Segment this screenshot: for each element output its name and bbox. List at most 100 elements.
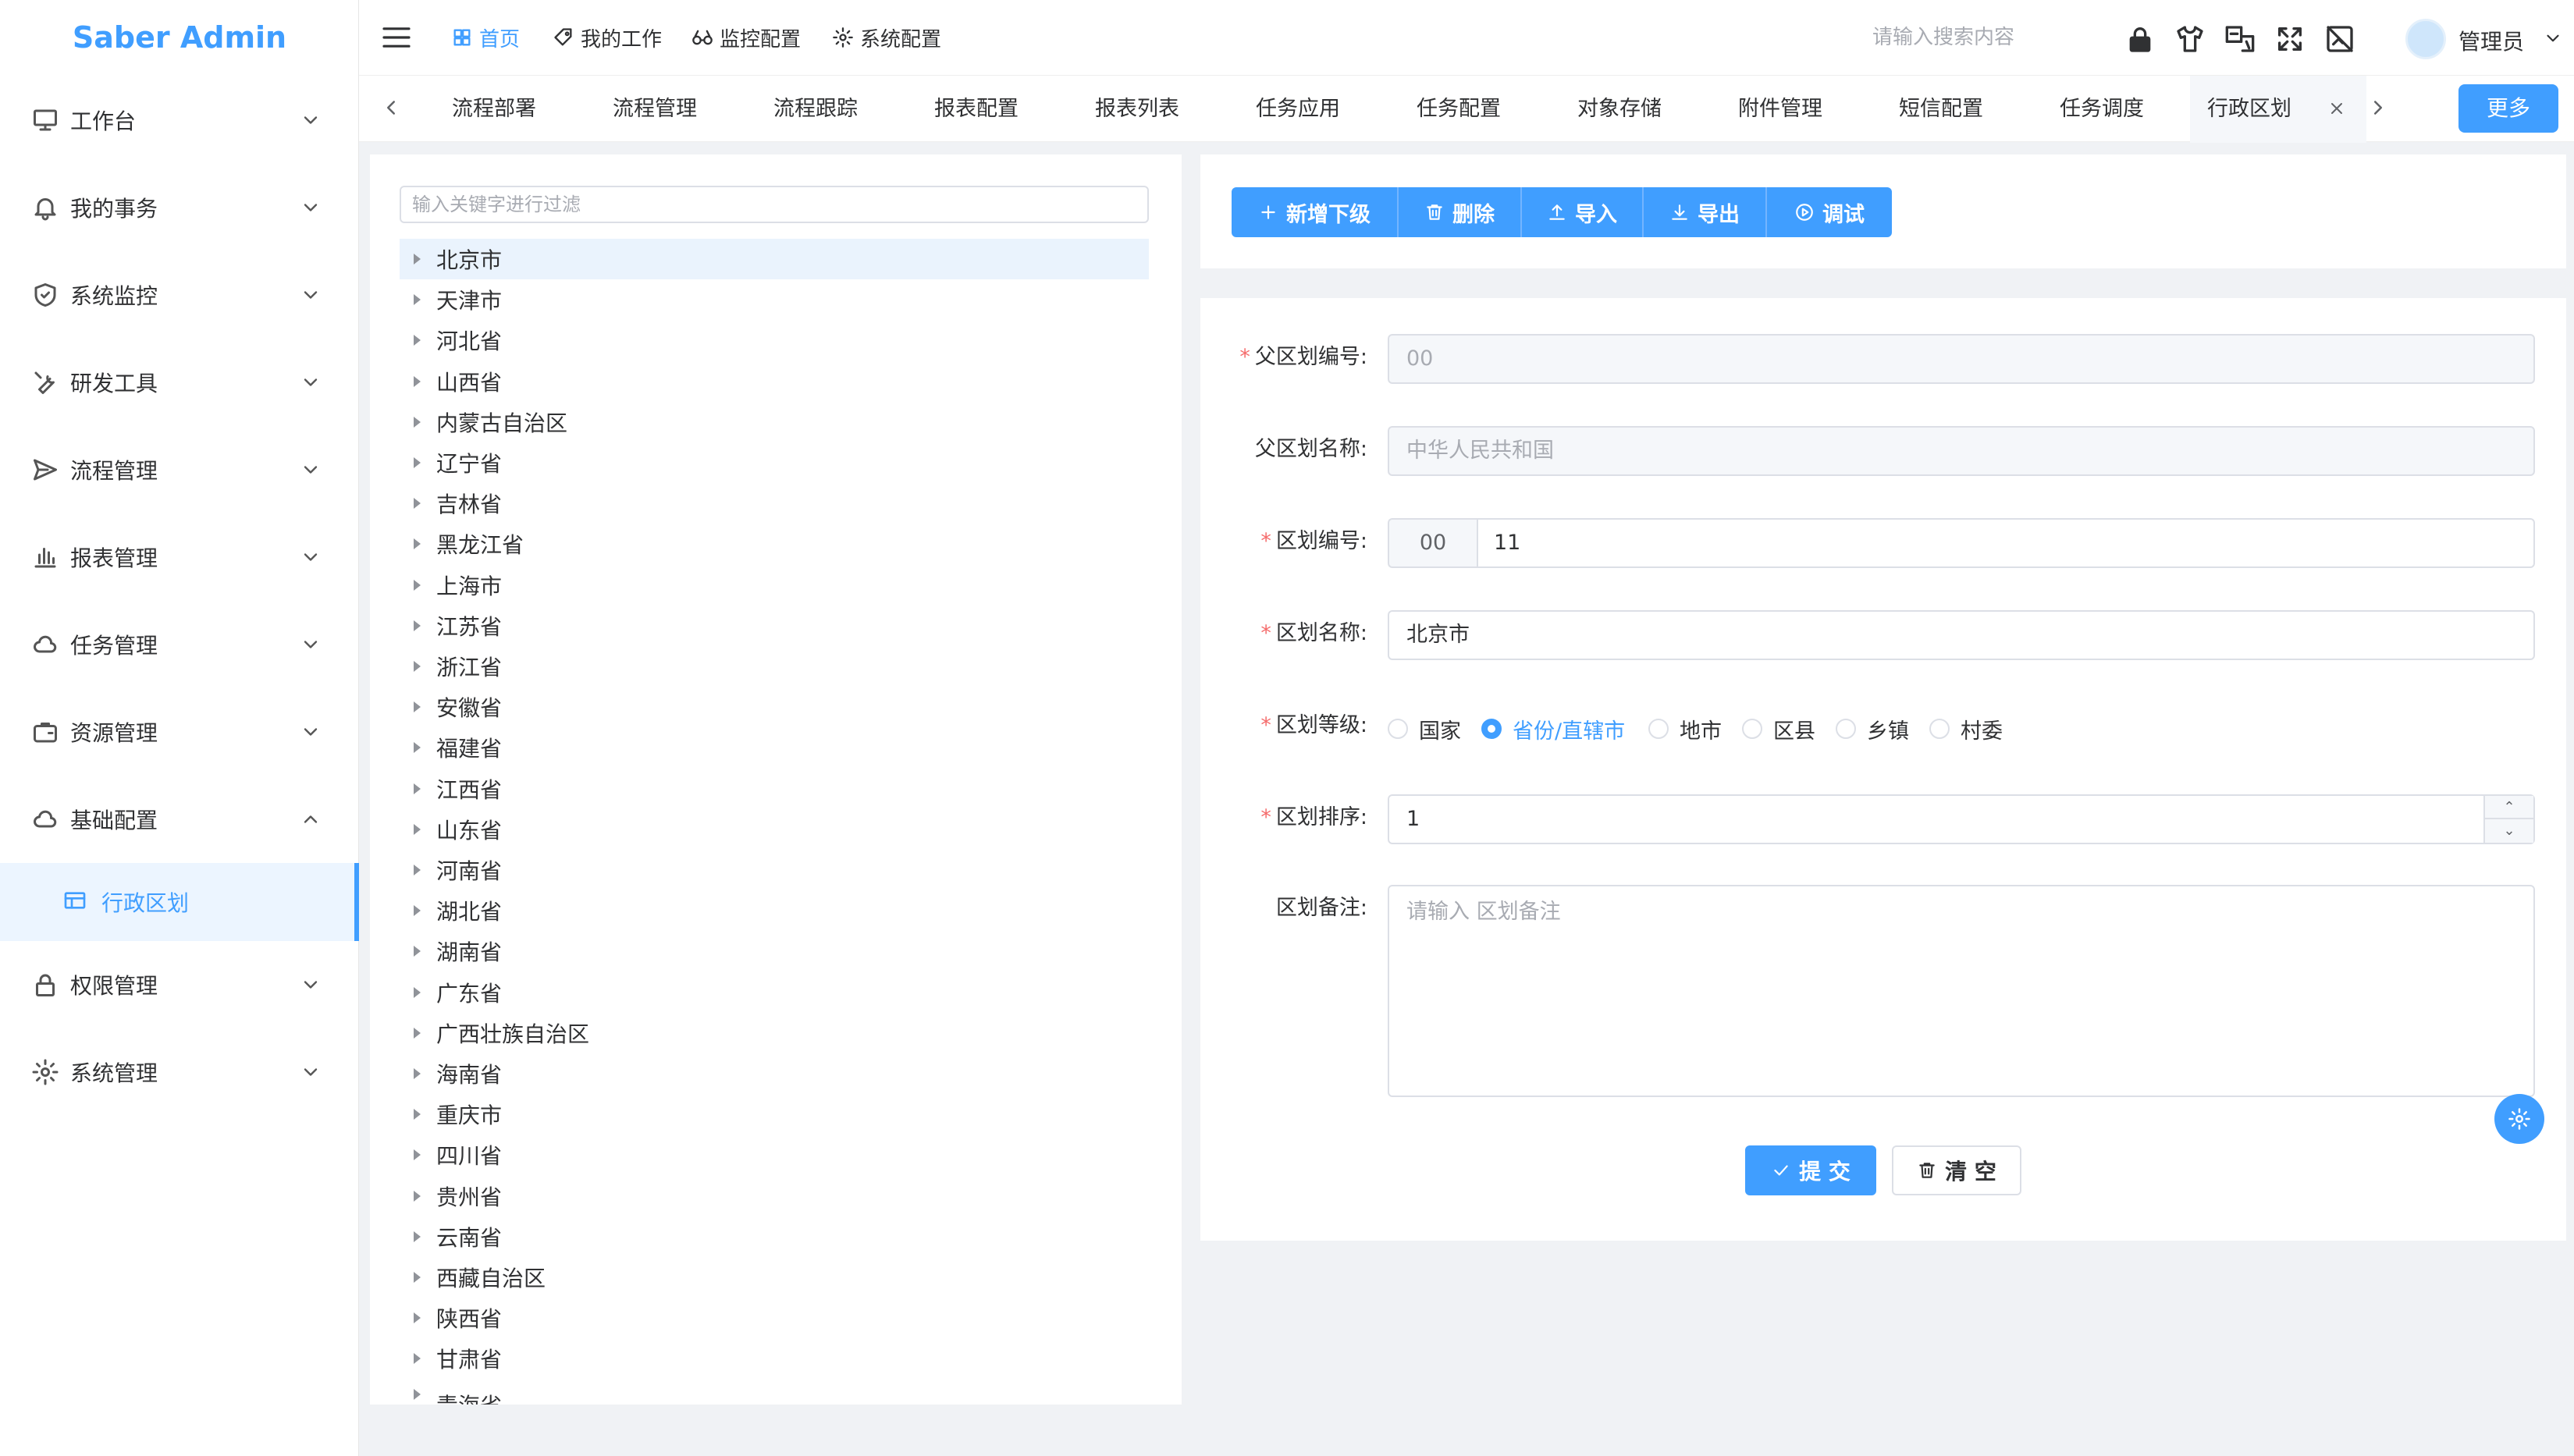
tab-sms-config[interactable]: 短信配置 xyxy=(1861,76,2021,143)
caret-right-icon[interactable] xyxy=(414,335,421,346)
delete-button[interactable]: 删除 xyxy=(1399,187,1522,237)
tree-node[interactable]: 青海省 xyxy=(400,1380,1149,1405)
tree-node[interactable]: 贵州省 xyxy=(400,1176,1149,1216)
level-radio-province[interactable]: 省份/直辖市 xyxy=(1481,713,1625,744)
tree-node[interactable]: 吉林省 xyxy=(400,483,1149,524)
caret-right-icon[interactable] xyxy=(414,742,421,753)
caret-right-icon[interactable] xyxy=(414,457,421,468)
tree-node[interactable]: 湖南省 xyxy=(400,931,1149,971)
add-child-button[interactable]: 新增下级 xyxy=(1232,187,1399,237)
tree-node[interactable]: 北京市 xyxy=(400,239,1149,279)
tab-report-list[interactable]: 报表列表 xyxy=(1057,76,1218,143)
caret-right-icon[interactable] xyxy=(414,824,421,835)
chevron-right-icon[interactable] xyxy=(2366,96,2390,119)
tab-admin-division[interactable]: 行政区划 xyxy=(2190,76,2366,143)
caret-right-icon[interactable] xyxy=(414,1231,421,1242)
tree-node[interactable]: 浙江省 xyxy=(400,646,1149,687)
tree-node[interactable]: 海南省 xyxy=(400,1053,1149,1094)
caret-right-icon[interactable] xyxy=(414,1353,421,1364)
level-radio-country[interactable]: 国家 xyxy=(1388,713,1461,744)
tree-node[interactable]: 广西壮族自治区 xyxy=(400,1013,1149,1053)
sidebar-item-flow-management[interactable]: 流程管理 xyxy=(0,426,359,513)
tree-filter-input[interactable]: 输入关键字进行过滤 xyxy=(400,186,1149,223)
settings-fab[interactable] xyxy=(2494,1094,2544,1144)
increment-button[interactable]: ⌃ xyxy=(2485,796,2533,819)
header-search-input[interactable]: 请输入搜索内容 xyxy=(1803,20,2084,55)
sidebar-item-system-management[interactable]: 系统管理 xyxy=(0,1028,359,1116)
chevron-down-icon[interactable] xyxy=(2543,28,2563,48)
translate-icon[interactable] xyxy=(2224,23,2256,55)
tab-task-schedule[interactable]: 任务调度 xyxy=(2021,76,2182,143)
caret-right-icon[interactable] xyxy=(414,946,421,957)
level-radio-city[interactable]: 地市 xyxy=(1648,713,1722,744)
app-logo[interactable]: Saber Admin xyxy=(0,0,359,75)
tree-node[interactable]: 江苏省 xyxy=(400,605,1149,646)
caret-right-icon[interactable] xyxy=(414,1191,421,1202)
caret-right-icon[interactable] xyxy=(414,1109,421,1120)
caret-right-icon[interactable] xyxy=(414,905,421,916)
caret-right-icon[interactable] xyxy=(414,1272,421,1283)
caret-right-icon[interactable] xyxy=(414,376,421,387)
caret-right-icon[interactable] xyxy=(414,1149,421,1160)
import-button[interactable]: 导入 xyxy=(1522,187,1644,237)
tree-node[interactable]: 四川省 xyxy=(400,1135,1149,1175)
image-off-icon[interactable] xyxy=(2324,23,2355,55)
sort-input[interactable]: 1 xyxy=(1388,794,2535,844)
tree-node[interactable]: 内蒙古自治区 xyxy=(400,402,1149,442)
tree-node[interactable]: 安徽省 xyxy=(400,687,1149,727)
tab-task-config[interactable]: 任务配置 xyxy=(1378,76,1539,143)
avatar[interactable] xyxy=(2405,19,2446,59)
tab-flow-tracking[interactable]: 流程跟踪 xyxy=(735,76,896,143)
tree-node[interactable]: 山西省 xyxy=(400,361,1149,402)
caret-right-icon[interactable] xyxy=(414,987,421,998)
sidebar-item-task-management[interactable]: 任务管理 xyxy=(0,601,359,688)
chevron-left-icon[interactable] xyxy=(379,96,403,119)
tab-report-config[interactable]: 报表配置 xyxy=(896,76,1057,143)
tree-node[interactable]: 陕西省 xyxy=(400,1298,1149,1338)
sidebar-item-admin-division[interactable]: 行政区划 xyxy=(0,863,359,941)
caret-right-icon[interactable] xyxy=(414,1312,421,1323)
caret-right-icon[interactable] xyxy=(414,417,421,428)
code-field[interactable]: 11 xyxy=(1477,518,2535,568)
sidebar-item-basic-config[interactable]: 基础配置 xyxy=(0,776,359,863)
sidebar-item-dev-tools[interactable]: 研发工具 xyxy=(0,339,359,426)
lock-icon[interactable] xyxy=(2124,23,2156,55)
caret-right-icon[interactable] xyxy=(414,254,421,265)
caret-right-icon[interactable] xyxy=(414,1028,421,1039)
sidebar-item-permission-management[interactable]: 权限管理 xyxy=(0,941,359,1028)
tree-node[interactable]: 西藏自治区 xyxy=(400,1257,1149,1298)
caret-right-icon[interactable] xyxy=(414,620,421,631)
tab-flow-deploy[interactable]: 流程部署 xyxy=(414,76,574,143)
caret-right-icon[interactable] xyxy=(414,701,421,712)
tree-node[interactable]: 山东省 xyxy=(400,809,1149,850)
tree-node[interactable]: 重庆市 xyxy=(400,1094,1149,1135)
sidebar-item-report-management[interactable]: 报表管理 xyxy=(0,513,359,601)
tree-node[interactable]: 福建省 xyxy=(400,727,1149,768)
name-field[interactable]: 北京市 xyxy=(1388,610,2535,660)
sidebar-item-system-monitor[interactable]: 系统监控 xyxy=(0,251,359,339)
caret-right-icon[interactable] xyxy=(414,661,421,672)
tree-node[interactable]: 甘肃省 xyxy=(400,1338,1149,1379)
tree-node[interactable]: 河南省 xyxy=(400,850,1149,890)
caret-right-icon[interactable] xyxy=(414,1068,421,1079)
topnav-monitor-config[interactable]: 监控配置 xyxy=(691,22,801,53)
caret-right-icon[interactable] xyxy=(414,865,421,875)
topnav-my-work[interactable]: 我的工作 xyxy=(553,22,662,53)
caret-right-icon[interactable] xyxy=(414,783,421,794)
submit-button[interactable]: 提 交 xyxy=(1745,1145,1876,1195)
debug-button[interactable]: 调试 xyxy=(1767,187,1892,237)
tab-object-storage[interactable]: 对象存储 xyxy=(1539,76,1700,143)
more-tabs-button[interactable]: 更多 xyxy=(2458,84,2558,133)
topnav-system-config[interactable]: 系统配置 xyxy=(832,22,941,53)
remark-textarea[interactable]: 请输入 区划备注 xyxy=(1388,885,2535,1097)
sidebar-item-workbench[interactable]: 工作台 xyxy=(0,76,359,164)
decrement-button[interactable]: ⌄ xyxy=(2485,819,2533,843)
level-radio-village[interactable]: 村委 xyxy=(1929,713,2003,744)
sidebar-item-my-affairs[interactable]: 我的事务 xyxy=(0,164,359,251)
topnav-home[interactable]: 首页 xyxy=(451,22,520,53)
clear-button[interactable]: 清 空 xyxy=(1892,1145,2021,1195)
tree-node[interactable]: 江西省 xyxy=(400,769,1149,809)
level-radio-district[interactable]: 区县 xyxy=(1742,713,1815,744)
level-radio-town[interactable]: 乡镇 xyxy=(1836,713,1909,744)
caret-right-icon[interactable] xyxy=(414,580,421,591)
